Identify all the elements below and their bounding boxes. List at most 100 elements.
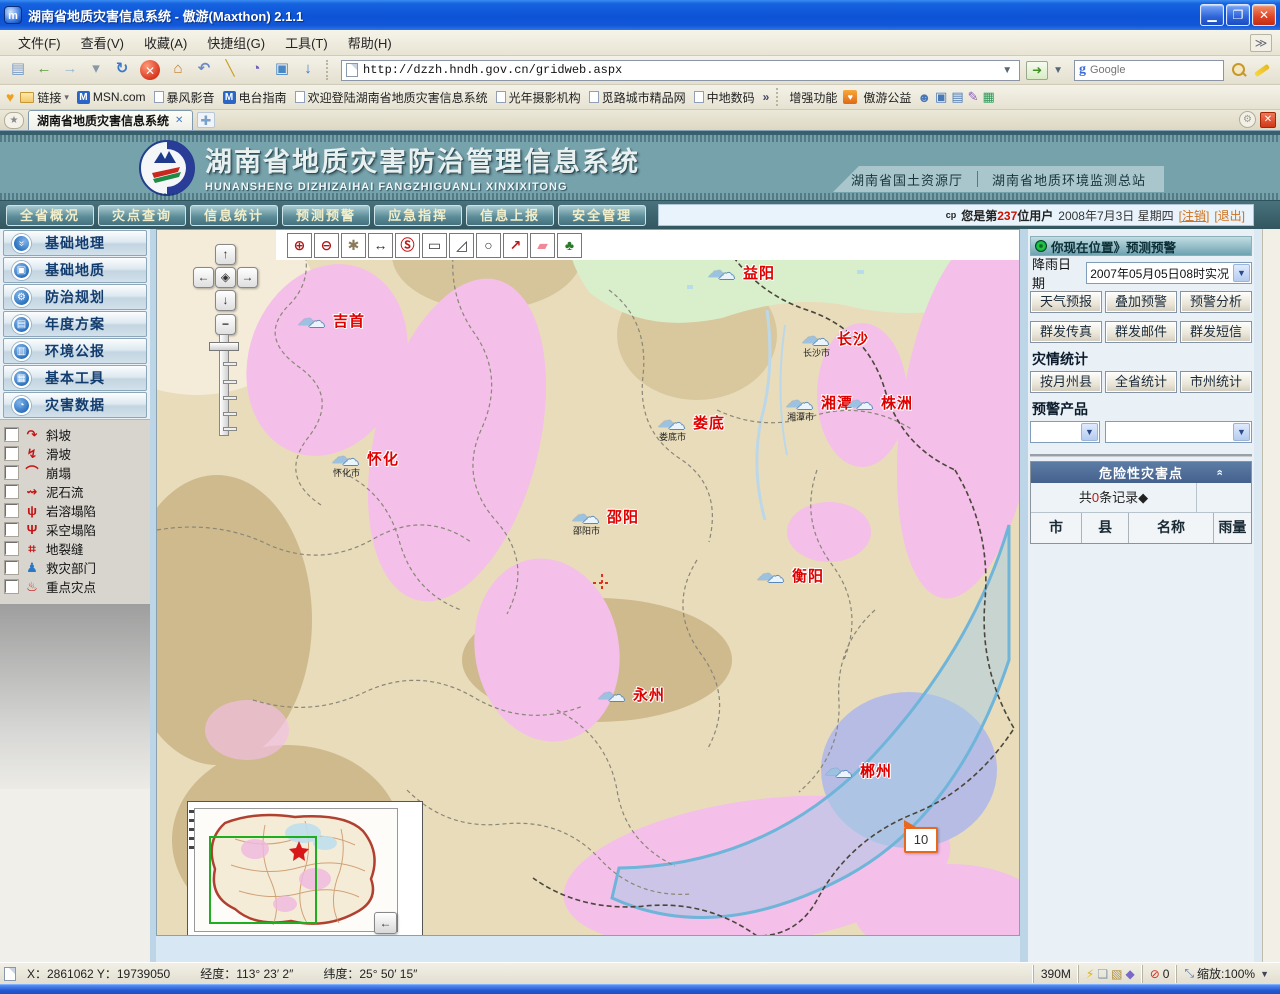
rainfall-callout-marker[interactable]: 10 [904,827,938,853]
download-button[interactable]: ↓ [296,58,320,82]
city-marker-永州[interactable]: ☁☁永州 [597,682,665,705]
address-bar[interactable]: ▼ [341,60,1020,81]
sidebar-item-防治规划[interactable]: ⚙防治规划 [3,284,147,310]
link-item[interactable]: 欢迎登陆湖南省地质灾害信息系统 [293,89,490,106]
filter-icon[interactable]: ◆ [1125,967,1134,981]
sidebar-item-基础地质[interactable]: ▣基础地质 [3,257,147,283]
sidebar-item-环境公报[interactable]: ▥环境公报 [3,338,147,364]
pan-center-button[interactable]: ◈ [215,267,236,288]
go-dropdown-icon[interactable]: ▼ [1050,65,1066,76]
forward-button[interactable]: → [58,58,82,82]
全省统计-button[interactable]: 全省统计 [1105,371,1177,393]
popup-window-icon[interactable]: ❏ [1097,967,1108,981]
pan-right-button[interactable]: → [237,267,258,288]
danger-points-header[interactable]: 危险性灾害点 « [1031,462,1251,483]
layer-checkbox[interactable] [5,523,18,536]
new-tab-button[interactable]: ✚ [197,112,215,128]
back-button[interactable]: ← [32,58,56,82]
link-item[interactable]: M电台指南 [221,89,289,106]
search-box[interactable]: g ▼ [1074,60,1224,81]
windows-taskbar-edge[interactable] [0,984,1280,994]
org-right-link[interactable]: 湖南省地质环境监测总站 [992,170,1146,189]
viewport-rectangle[interactable] [209,836,317,924]
chevron-down-icon[interactable]: ▼ [1081,423,1098,441]
overview-map[interactable] [194,808,398,932]
org-left-link[interactable]: 湖南省国土资源厅 [851,170,963,189]
menu-item[interactable]: 查看(V) [71,30,134,55]
cube-icon[interactable]: ▦ [983,89,995,105]
tab-tools-button[interactable]: ⚙ [1239,111,1256,128]
map-full-extent-button[interactable]: ♣ [557,233,582,258]
map-polygon-select-button[interactable]: ◿ [449,233,474,258]
nav-tab-全省概况[interactable]: 全省概况 [6,205,94,226]
window-icon[interactable]: ▣ [935,89,947,105]
menu-overflow-button[interactable]: ≫ [1250,34,1272,52]
chevron-down-icon[interactable]: ▼ [1233,423,1250,441]
charity-link[interactable]: 傲游公益 [861,89,913,106]
new-page-button[interactable]: ▤ [6,58,30,82]
menu-item[interactable]: 帮助(H) [338,30,402,55]
pens-icon[interactable]: ✎ [968,89,979,105]
按月州县-button[interactable]: 按月州县 [1030,371,1102,393]
search-magnifier-icon[interactable] [1232,63,1246,77]
map-view[interactable]: ⊕⊖✱↔Ⓢ▭◿○↗▰♣ ↑ ← ◈ → ↓ − [156,229,1020,936]
stop-button[interactable]: ✕ [140,60,160,80]
history-button[interactable]: ◔ [244,58,268,82]
map-pin-button[interactable]: ↗ [503,233,528,258]
go-button[interactable]: ➜ [1026,61,1048,80]
address-dropdown-icon[interactable]: ▼ [999,65,1015,76]
menu-item[interactable]: 收藏(A) [134,30,197,55]
minimize-button[interactable]: ▁ [1200,4,1224,26]
市州统计-button[interactable]: 市州统计 [1180,371,1252,393]
city-marker-株洲[interactable]: ☁☁株洲 [845,390,913,413]
layer-checkbox[interactable] [5,447,18,460]
map-select-s-button[interactable]: Ⓢ [395,233,420,258]
天气预报-button[interactable]: 天气预报 [1030,291,1102,313]
undo-button[interactable]: ↶ [192,58,216,82]
群发短信-button[interactable]: 群发短信 [1180,321,1252,343]
city-marker-郴州[interactable]: ☁☁郴州 [824,758,892,781]
snap-button[interactable]: ▣ [270,58,294,82]
群发传真-button[interactable]: 群发传真 [1030,321,1102,343]
map-eraser-button[interactable]: ▰ [530,233,555,258]
search-input[interactable] [1090,64,1232,76]
city-marker-益阳[interactable]: ☁☁益阳 [707,260,775,283]
city-marker-娄底[interactable]: ☁☁娄底市娄底 [657,410,725,433]
favorites-heart-icon[interactable]: ♥ [6,89,14,105]
叠加预警-button[interactable]: 叠加预警 [1105,291,1177,313]
nav-tab-预测预警[interactable]: 预测预警 [282,205,370,226]
collapse-chevron-icon[interactable]: « [1213,469,1225,476]
layer-checkbox[interactable] [5,428,18,441]
rain-date-select[interactable]: 2007年05月05日08时实况 ▼ [1086,262,1252,284]
enhance-link[interactable]: 增强功能 [787,89,839,106]
highlight-icon[interactable] [1254,63,1270,76]
restore-button[interactable]: ❐ [1226,4,1250,26]
map-measure-button[interactable]: ↔ [368,233,393,258]
sidebar-item-基础地理[interactable]: »基础地理 [3,230,147,256]
zoom-slider-handle[interactable] [209,342,239,351]
link-item[interactable]: 暴风影音 [152,89,217,106]
sidebar-item-灾害数据[interactable]: ◔灾害数据 [3,392,147,418]
link-item[interactable]: 光年摄影机构 [494,89,583,106]
close-button[interactable]: ✕ [1252,4,1276,26]
pan-up-button[interactable]: ↑ [215,244,236,265]
tab-close-icon[interactable]: ✕ [175,115,183,126]
logout-link[interactable]: [注销] [1179,207,1210,224]
layer-checkbox[interactable] [5,580,18,593]
map-pan-button[interactable]: ✱ [341,233,366,258]
tab-active[interactable]: 湖南省地质灾害信息系统 ✕ [28,110,193,130]
inset-collapse-button[interactable]: ← [374,912,397,934]
boost-icon[interactable]: ⚡ [1086,967,1094,981]
link-item[interactable]: 中地数码 [692,89,757,106]
pan-down-button[interactable]: ↓ [215,290,236,311]
menu-item[interactable]: 工具(T) [275,30,338,55]
sidebar-item-基本工具[interactable]: ▦基本工具 [3,365,147,391]
popup-blocked-counter[interactable]: ⊘0 [1142,965,1177,983]
map-circle-select-button[interactable]: ○ [476,233,501,258]
tab-close-all-button[interactable]: ✕ [1260,112,1276,128]
city-marker-吉首[interactable]: ☁☁吉首 [297,308,365,331]
product-select-1[interactable]: ▼ [1030,421,1100,443]
layer-checkbox[interactable] [5,504,18,517]
nav-tab-灾点查询[interactable]: 灾点查询 [98,205,186,226]
down-menu-button[interactable]: ▾ [84,58,108,82]
